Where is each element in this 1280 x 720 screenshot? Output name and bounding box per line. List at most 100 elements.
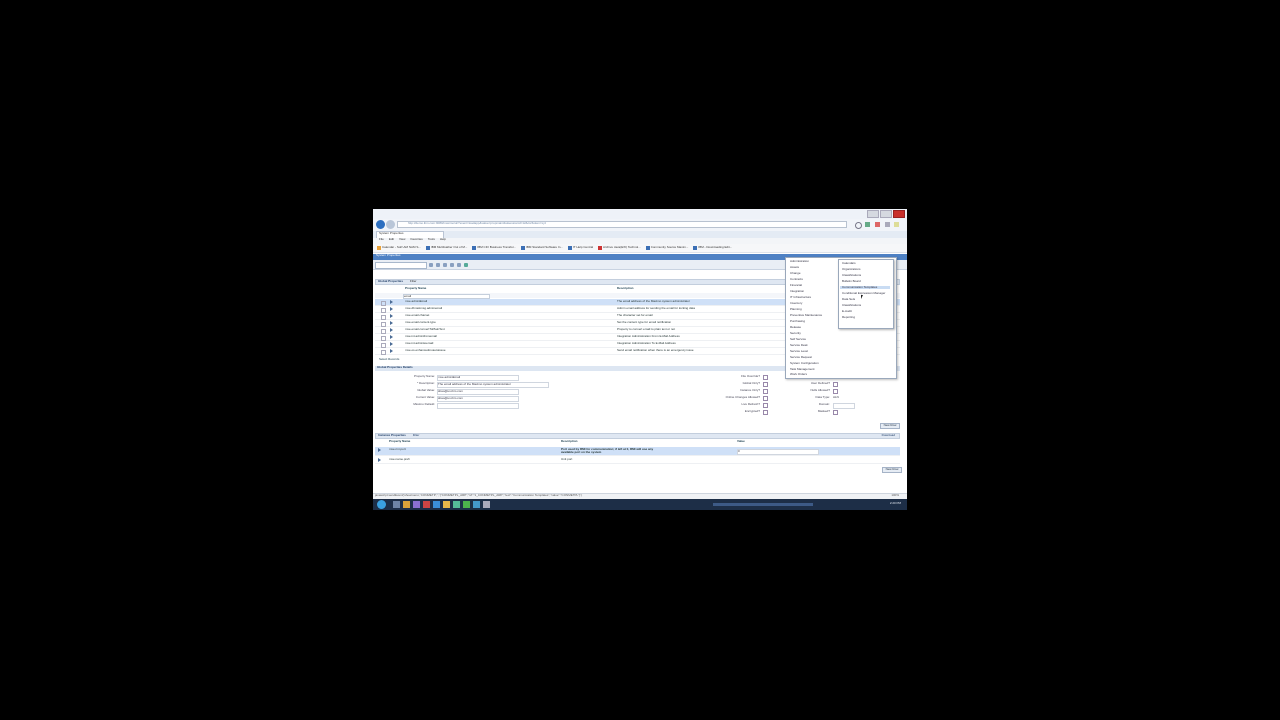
row-expand-icon[interactable] [378, 448, 381, 452]
submenu-item-highlighted[interactable]: Communication Templates [840, 285, 890, 290]
column-property-name[interactable]: Property Name [389, 439, 410, 443]
back-button[interactable] [376, 220, 385, 229]
minimize-button[interactable] [867, 210, 879, 218]
menu-item[interactable]: Self Service [790, 337, 806, 341]
taskbar-app-icon[interactable] [423, 501, 430, 508]
menu-item[interactable]: IT Infrastructure [790, 295, 811, 299]
column-value[interactable]: Value [737, 439, 745, 443]
taskbar-app-icon[interactable] [453, 501, 460, 508]
live-refresh-icon[interactable] [464, 263, 468, 267]
encrypted-checkbox[interactable] [763, 410, 768, 415]
submenu-item[interactable]: Data Sets [842, 297, 855, 301]
save-icon[interactable] [429, 263, 433, 267]
help-icon[interactable] [457, 263, 461, 267]
submenu-item[interactable]: E-Audit [842, 309, 852, 313]
favorite-link[interactable]: IBM - Downloading Edit... [693, 245, 732, 250]
instance-filter-link[interactable]: Filter [413, 433, 420, 437]
address-bar[interactable]: http://demo.ibm.com:9080/maximo/ui/?even… [397, 221, 847, 228]
taskbar-app-icon[interactable] [433, 501, 440, 508]
menu-item[interactable]: Planning [790, 307, 802, 311]
submenu-item[interactable]: Reporting [842, 315, 855, 319]
menu-item[interactable]: Preventive Maintenance [790, 313, 822, 317]
taskbar-folder-icon[interactable] [403, 501, 410, 508]
row-expand-icon[interactable] [390, 335, 393, 339]
menu-item[interactable]: Service Request [790, 355, 812, 359]
row-expand-icon[interactable] [390, 321, 393, 325]
menu-item[interactable]: Purchasing [790, 319, 805, 323]
table-row[interactable]: mxe.name.prefi Unit port [375, 457, 900, 464]
taskbar-app-icon[interactable] [483, 501, 490, 508]
favorite-link[interactable]: IBM Standard Software In... [521, 245, 563, 250]
row-expand-icon[interactable] [390, 342, 393, 346]
refresh-icon[interactable] [865, 222, 870, 227]
favorite-link[interactable]: IT Help Central [567, 245, 593, 250]
new-row-button[interactable]: New Row [880, 423, 900, 429]
row-expand-icon[interactable] [390, 349, 393, 353]
menu-item[interactable]: Release [790, 325, 801, 329]
menu-item[interactable]: Service Level [790, 349, 808, 353]
online-changes-checkbox[interactable] [763, 396, 768, 401]
forward-button[interactable] [386, 220, 395, 229]
instance-only-checkbox[interactable] [763, 389, 768, 394]
row-expand-icon[interactable] [390, 314, 393, 318]
data-type-value[interactable]: ALN [833, 395, 839, 399]
masked-checkbox[interactable] [833, 410, 838, 415]
favorite-link[interactable]: IBM CIO Business Transfor... [472, 245, 516, 250]
favorites-star-icon[interactable] [894, 222, 899, 227]
favorite-link[interactable]: Calendar - SoP-AM NAM S... [377, 245, 421, 250]
current-value-field[interactable]: sbao@us.ibm.com [437, 396, 519, 402]
column-description[interactable]: Description [561, 439, 578, 443]
clear-icon[interactable] [450, 263, 454, 267]
taskbar-app-icon[interactable] [393, 501, 400, 508]
select-records-link[interactable]: Select Records [379, 357, 399, 361]
row-expand-icon[interactable] [390, 328, 393, 332]
close-button[interactable] [893, 210, 905, 218]
zoom-level[interactable]: 100% [891, 494, 899, 497]
home-icon[interactable] [885, 222, 890, 227]
submenu-item[interactable]: Classifications [842, 303, 861, 307]
file-override-checkbox[interactable] [763, 375, 768, 380]
new-icon[interactable] [436, 263, 440, 267]
start-button[interactable] [377, 500, 386, 509]
maximo-default-field[interactable] [437, 403, 519, 409]
row-checkbox[interactable] [381, 350, 386, 355]
menu-item[interactable]: Work Orders [790, 372, 807, 376]
maximize-button[interactable] [880, 210, 892, 218]
download-link[interactable]: Download [882, 433, 895, 437]
favorite-link[interactable]: Community Source Maxim... [645, 245, 688, 250]
search-icon[interactable] [855, 222, 862, 229]
live-refresh-checkbox[interactable] [763, 403, 768, 408]
column-description[interactable]: Description [617, 286, 634, 290]
row-value-field[interactable]: 0 [737, 449, 819, 455]
menu-item[interactable]: Change [790, 271, 801, 275]
taskbar-app-icon[interactable] [413, 501, 420, 508]
row-expand-icon[interactable] [390, 307, 393, 311]
user-defined-checkbox[interactable] [833, 382, 838, 387]
domain-field[interactable] [833, 403, 855, 409]
table-row[interactable]: mxe.rmi.port Port used by RMI for commun… [375, 447, 900, 456]
description-field[interactable]: The email address of the Maximo system a… [437, 382, 549, 388]
row-expand-icon[interactable] [390, 300, 393, 304]
submenu-item[interactable]: Bulletin Board [842, 279, 861, 283]
taskbar-app-icon[interactable] [463, 501, 470, 508]
menu-item[interactable]: Inventory [790, 301, 802, 305]
nulls-allowed-checkbox[interactable] [833, 389, 838, 394]
menu-item[interactable]: Task Management [790, 367, 815, 371]
menu-item[interactable]: Administration [790, 259, 809, 263]
menu-item[interactable]: Financial [790, 283, 802, 287]
stop-icon[interactable] [875, 222, 880, 227]
new-row-button[interactable]: New Row [882, 467, 902, 473]
menu-item[interactable]: System Configuration [790, 361, 819, 365]
property-name-field[interactable]: mxe.adminEmail [437, 375, 519, 381]
taskbar-app-icon[interactable] [473, 501, 480, 508]
global-only-checkbox[interactable] [763, 382, 768, 387]
global-value-field[interactable]: sbao@us.ibm.com [437, 389, 519, 395]
column-property-name[interactable]: Property Name [405, 286, 426, 290]
favorite-link[interactable]: Archive Java(EXI) Technol... [598, 245, 641, 250]
find-input[interactable] [375, 262, 427, 269]
submenu-item[interactable]: Calendars [842, 261, 856, 265]
menu-item[interactable]: Security [790, 331, 801, 335]
refresh-icon[interactable] [443, 263, 447, 267]
menu-item[interactable]: Integration [790, 289, 804, 293]
menu-item[interactable]: Contracts [790, 277, 803, 281]
